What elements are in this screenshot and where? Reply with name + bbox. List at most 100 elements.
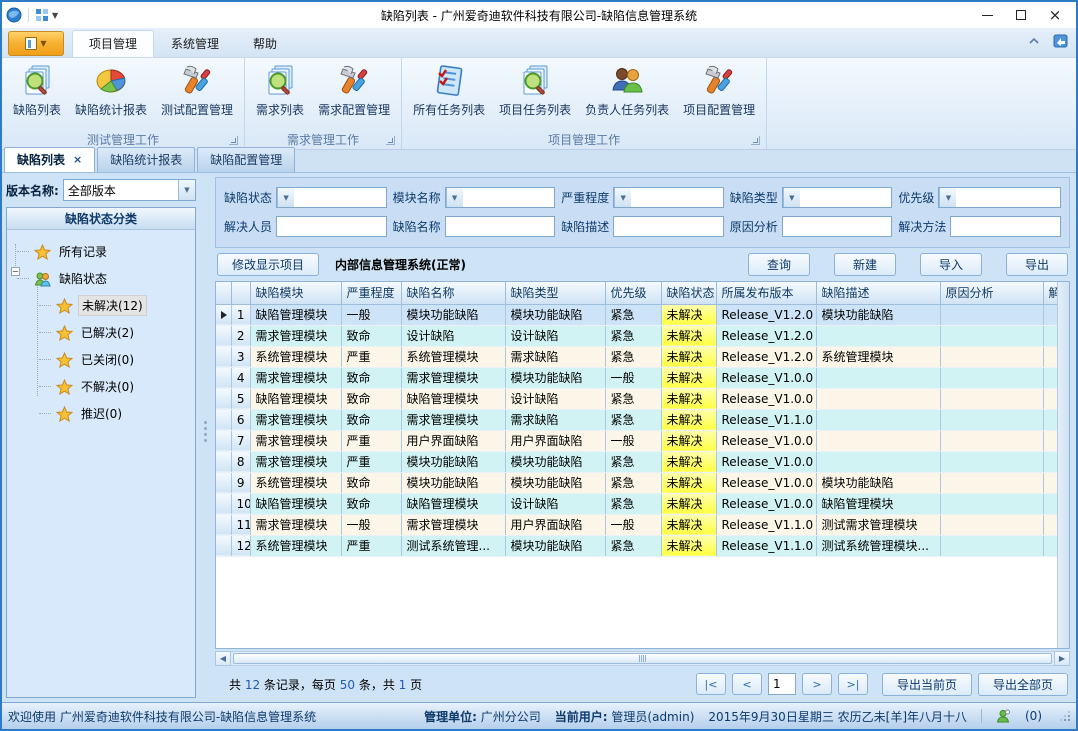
minimize-button[interactable] [970, 4, 1004, 26]
ribbon-button-label: 所有任务列表 [413, 101, 485, 118]
combo-dropdown-icon[interactable]: ▼ [178, 180, 195, 200]
dialog-launcher-icon[interactable] [386, 136, 395, 145]
filter-combo[interactable]: ▼ [276, 187, 387, 208]
record-summary: 共 12 条记录，每页 50 条，共 1 页 [229, 676, 422, 693]
quick-access-icon[interactable]: ▼ [35, 8, 58, 22]
scroll-right-icon[interactable]: ▶ [1054, 651, 1070, 666]
doc-tab-1[interactable]: 缺陷列表× [4, 147, 95, 172]
ribbon-button-所有任务列表[interactable]: 所有任务列表 [406, 60, 492, 119]
version-combo[interactable]: 全部版本 ▼ [63, 179, 196, 201]
new-button[interactable]: 新建 [834, 253, 896, 276]
export-button[interactable]: 导出 [1006, 253, 1068, 276]
ribbon-button-需求列表[interactable]: 需求列表 [249, 60, 311, 119]
tree-item-推迟(0)[interactable]: 推迟(0) [39, 400, 191, 427]
maximize-button[interactable] [1004, 4, 1038, 26]
dialog-launcher-icon[interactable] [229, 136, 238, 145]
combo-dropdown-icon[interactable]: ▼ [783, 188, 800, 207]
table-row[interactable]: 5缺陷管理模块致命缺陷管理模块设计缺陷紧急未解决Release_V1.0.0 [216, 388, 1057, 409]
table-row[interactable]: 11需求管理模块一般需求管理模块用户界面缺陷一般未解决Release_V1.1.… [216, 514, 1057, 535]
doc-tab-2[interactable]: 缺陷统计报表 [97, 147, 195, 172]
last-page-button[interactable]: >| [838, 673, 868, 695]
first-page-button[interactable]: |< [696, 673, 726, 695]
query-button[interactable]: 查询 [748, 253, 810, 276]
column-header-原因分析[interactable]: 原因分析 [940, 282, 1043, 304]
table-row[interactable]: 9系统管理模块致命模块功能缺陷模块功能缺陷紧急未解决Release_V1.0.0… [216, 472, 1057, 493]
scrollbar-track[interactable] [231, 651, 1054, 666]
prev-page-button[interactable]: < [732, 673, 762, 695]
doc-tab-3[interactable]: 缺陷配置管理 [197, 147, 295, 172]
filter-input[interactable] [613, 216, 724, 237]
ribbon-collapse-icon[interactable] [1026, 33, 1042, 49]
skin-style-icon[interactable] [1052, 33, 1070, 49]
ribbon-tab-2[interactable]: 系统管理 [154, 30, 236, 57]
column-header-严重程度[interactable]: 严重程度 [341, 282, 401, 304]
filter-combo[interactable]: ▼ [938, 187, 1061, 208]
online-user-icon[interactable] [996, 709, 1011, 724]
panel-splitter[interactable] [198, 173, 215, 702]
dialog-launcher-icon[interactable] [751, 136, 760, 145]
ribbon-button-需求配置管理[interactable]: 需求配置管理 [311, 60, 397, 119]
cell-name: 需求管理模块 [401, 514, 505, 535]
export-current-page-button[interactable]: 导出当前页 [882, 673, 972, 696]
ribbon-tab-3[interactable]: 帮助 [236, 30, 294, 57]
filter-label: 模块名称 [393, 189, 441, 206]
filter-input[interactable] [950, 216, 1061, 237]
scrollbar-thumb[interactable] [233, 653, 1052, 664]
ribbon-tab-1[interactable]: 项目管理 [72, 30, 154, 57]
column-header-优先级[interactable]: 优先级 [605, 282, 661, 304]
next-page-button[interactable]: > [802, 673, 832, 695]
filter-combo[interactable]: ▼ [445, 187, 556, 208]
column-header-缺陷类型[interactable]: 缺陷类型 [505, 282, 605, 304]
application-menu-button[interactable]: ▼ [8, 31, 64, 56]
tree-expand-icon[interactable]: − [11, 267, 20, 276]
page-number-input[interactable]: 1 [768, 673, 796, 695]
table-row[interactable]: 12系统管理模块严重测试系统管理...模块功能缺陷紧急未解决Release_V1… [216, 535, 1057, 556]
table-row[interactable]: 4需求管理模块致命需求管理模块模块功能缺陷一般未解决Release_V1.0.0 [216, 367, 1057, 388]
table-row[interactable]: 8需求管理模块严重模块功能缺陷模块功能缺陷紧急未解决Release_V1.0.0 [216, 451, 1057, 472]
column-header-所属发布版本[interactable]: 所属发布版本 [716, 282, 816, 304]
table-row[interactable]: 6需求管理模块致命需求管理模块需求缺陷紧急未解决Release_V1.1.0 [216, 409, 1057, 430]
combo-dropdown-icon[interactable]: ▼ [939, 188, 956, 207]
close-button[interactable]: × [1038, 4, 1072, 26]
tree-item-缺陷状态[interactable]: 缺陷状态 [17, 265, 191, 292]
filter-input[interactable] [276, 216, 387, 237]
cell-status: 未解决 [661, 409, 716, 430]
filter-input[interactable] [782, 216, 893, 237]
cell-method [1043, 430, 1057, 451]
ribbon-button-负责人任务列表[interactable]: 负责人任务列表 [578, 60, 676, 119]
tree-item-未解决(12)[interactable]: 未解决(12) [39, 292, 191, 319]
combo-dropdown-icon[interactable]: ▼ [277, 188, 294, 207]
table-row[interactable]: 3系统管理模块严重系统管理模块需求缺陷紧急未解决Release_V1.2.0系统… [216, 346, 1057, 367]
filter-combo[interactable]: ▼ [782, 187, 893, 208]
ribbon-button-测试配置管理[interactable]: 测试配置管理 [154, 60, 240, 119]
grid-vertical-scrollbar[interactable] [1057, 282, 1069, 648]
ribbon-button-项目配置管理[interactable]: 项目配置管理 [676, 60, 762, 119]
tree-item-已关闭(0)[interactable]: 已关闭(0) [39, 346, 191, 373]
column-header-缺陷模块[interactable]: 缺陷模块 [250, 282, 341, 304]
table-row[interactable]: 7需求管理模块严重用户界面缺陷用户界面缺陷一般未解决Release_V1.0.0 [216, 430, 1057, 451]
table-row[interactable]: 1缺陷管理模块一般模块功能缺陷模块功能缺陷紧急未解决Release_V1.2.0… [216, 304, 1057, 325]
ribbon-button-缺陷统计报表[interactable]: 缺陷统计报表 [68, 60, 154, 119]
tab-close-icon[interactable]: × [73, 153, 82, 166]
ribbon-button-缺陷列表[interactable]: 缺陷列表 [6, 60, 68, 119]
tree-item-已解决(2)[interactable]: 已解决(2) [39, 319, 191, 346]
tree-item-label: 所有记录 [56, 242, 110, 261]
column-header-解决方法[interactable]: 解决方法 [1043, 282, 1057, 304]
export-all-pages-button[interactable]: 导出全部页 [978, 673, 1068, 696]
column-header-缺陷名称[interactable]: 缺陷名称 [401, 282, 505, 304]
ribbon-button-项目任务列表[interactable]: 项目任务列表 [492, 60, 578, 119]
column-header-缺陷状态[interactable]: 缺陷状态 [661, 282, 716, 304]
combo-dropdown-icon[interactable]: ▼ [446, 188, 463, 207]
table-row[interactable]: 10缺陷管理模块致命缺陷管理模块设计缺陷紧急未解决Release_V1.0.0缺… [216, 493, 1057, 514]
tree-item-不解决(0)[interactable]: 不解决(0) [39, 373, 191, 400]
tree-item-所有记录[interactable]: 所有记录 [17, 238, 191, 265]
filter-combo[interactable]: ▼ [613, 187, 724, 208]
resize-grip[interactable] [1060, 711, 1070, 721]
modify-display-items-button[interactable]: 修改显示项目 [217, 253, 319, 276]
table-row[interactable]: 2需求管理模块致命设计缺陷设计缺陷紧急未解决Release_V1.2.0 [216, 325, 1057, 346]
column-header-缺陷描述[interactable]: 缺陷描述 [816, 282, 940, 304]
scroll-left-icon[interactable]: ◀ [215, 651, 231, 666]
combo-dropdown-icon[interactable]: ▼ [614, 188, 631, 207]
filter-input[interactable] [445, 216, 556, 237]
import-button[interactable]: 导入 [920, 253, 982, 276]
